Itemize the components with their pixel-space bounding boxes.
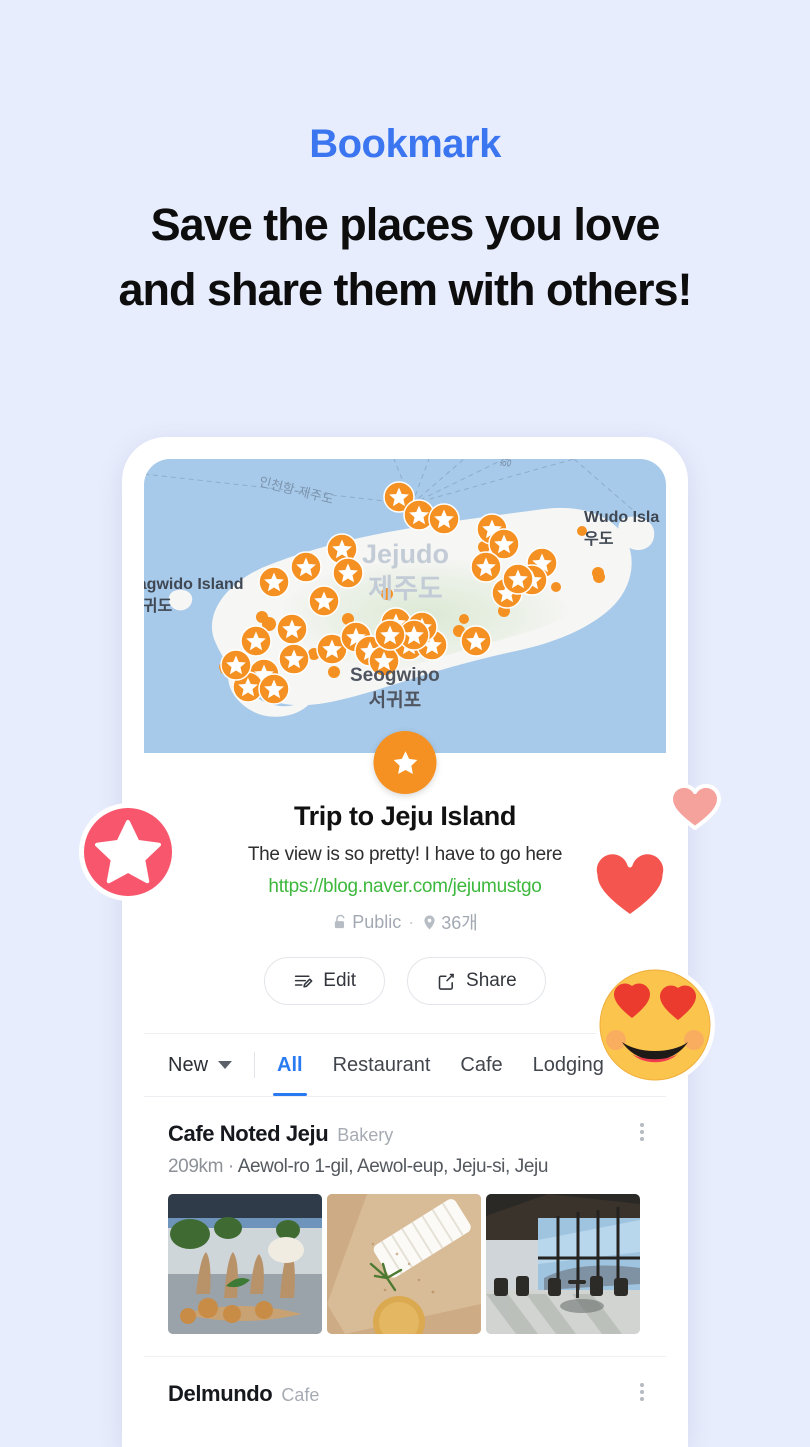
- heart-icon: [591, 849, 669, 920]
- place-subline-separator: ·: [227, 1156, 234, 1177]
- filter-tab-bar: New All Restaurant Cafe Lodging: [144, 1033, 666, 1097]
- share-icon: [438, 973, 454, 990]
- star-icon: [393, 750, 417, 774]
- chevron-down-icon: [218, 1061, 233, 1069]
- bookmark-meta: Public · 36개: [168, 909, 642, 935]
- promo-headline-line-1: Save the places you love: [150, 199, 661, 250]
- kebab-menu-icon[interactable]: [640, 1383, 644, 1401]
- star-fab-button[interactable]: [373, 731, 437, 794]
- pin-icon: [424, 914, 435, 930]
- heart-icon: [668, 783, 722, 830]
- map-view[interactable]: 인천항-제주도 항구 Jejudo 제주도 Seogwipo 서귀포 Wudo …: [144, 459, 666, 753]
- promo-headline-line-2: and share them with others!: [118, 264, 692, 316]
- bookmark-description: The view is so pretty! I have to go here: [247, 844, 563, 865]
- bookmark-actions: Edit Share: [168, 957, 642, 1005]
- bookmark-title: Trip to Jeju Island: [294, 801, 516, 831]
- place-name: Cafe Noted Jeju: [168, 1121, 329, 1146]
- sunlit-cafe-hall-photo: [486, 1194, 640, 1334]
- sort-dropdown[interactable]: New: [168, 1053, 233, 1077]
- tab-all[interactable]: All: [273, 1034, 307, 1096]
- tab-cafe[interactable]: Cafe: [460, 1034, 502, 1096]
- place-address: Aewol-ro 1-gil, Aewol-eup, Jeju-si, Jeju: [237, 1156, 549, 1177]
- place-list-item[interactable]: Cafe Noted Jeju Bakery 209km · Aewol-ro …: [144, 1097, 666, 1334]
- place-photo-strip: [168, 1194, 642, 1334]
- tab-restaurant[interactable]: Restaurant: [333, 1034, 431, 1096]
- star-badge-sticker: [76, 800, 180, 904]
- cafe-interior-ducks-photo: [168, 1194, 322, 1334]
- unlock-icon: [335, 914, 345, 928]
- star-badge-icon: [79, 803, 177, 901]
- place-heading: Delmundo Cafe: [168, 1381, 642, 1407]
- promo-header: Bookmark Save the places you love and sh…: [0, 0, 810, 323]
- heart-eyes-emoji-icon: [595, 965, 715, 1085]
- place-subline: 209km · Aewol-ro 1-gil, Aewol-eup, Jeju-…: [168, 1156, 642, 1178]
- visibility-chunk: Public: [332, 912, 401, 933]
- heart-small-sticker: [668, 783, 722, 831]
- place-heading: Cafe Noted Jeju Bakery: [168, 1121, 642, 1147]
- place-photo[interactable]: [327, 1194, 481, 1334]
- sort-label: New: [168, 1053, 209, 1076]
- roll-cake-photo: [327, 1194, 481, 1334]
- place-category: Bakery: [337, 1125, 394, 1145]
- place-photo[interactable]: [168, 1194, 322, 1334]
- tabbar-divider: [254, 1052, 256, 1078]
- promo-eyebrow: Bookmark: [309, 122, 501, 166]
- share-button[interactable]: Share: [407, 957, 546, 1005]
- place-name: Delmundo: [168, 1381, 273, 1406]
- kebab-menu-icon[interactable]: [640, 1123, 644, 1141]
- visibility-label: Public: [352, 911, 402, 932]
- count-chunk: 36개: [421, 909, 478, 935]
- place-photo[interactable]: [486, 1194, 640, 1334]
- heart-eyes-emoji-sticker: [592, 962, 718, 1088]
- map-canvas: [144, 459, 655, 717]
- place-category: Cafe: [281, 1385, 320, 1405]
- phone-screen: 인천항-제주도 항구 Jejudo 제주도 Seogwipo 서귀포 Wudo …: [144, 459, 666, 1447]
- share-label: Share: [466, 970, 517, 991]
- meta-separator: ·: [408, 911, 415, 932]
- edit-icon: [295, 974, 313, 988]
- edit-label: Edit: [323, 970, 357, 991]
- place-list-item[interactable]: Delmundo Cafe: [144, 1356, 666, 1407]
- edit-button[interactable]: Edit: [264, 957, 386, 1005]
- heart-large-sticker: [591, 849, 669, 921]
- bookmark-count: 36개: [441, 913, 478, 933]
- place-distance: 209km: [168, 1156, 224, 1177]
- phone-mockup: 인천항-제주도 항구 Jejudo 제주도 Seogwipo 서귀포 Wudo …: [122, 437, 688, 1447]
- bookmark-link[interactable]: https://blog.naver.com/jejumustgo: [168, 876, 642, 898]
- category-tabs: All Restaurant Cafe Lodging: [273, 1034, 604, 1096]
